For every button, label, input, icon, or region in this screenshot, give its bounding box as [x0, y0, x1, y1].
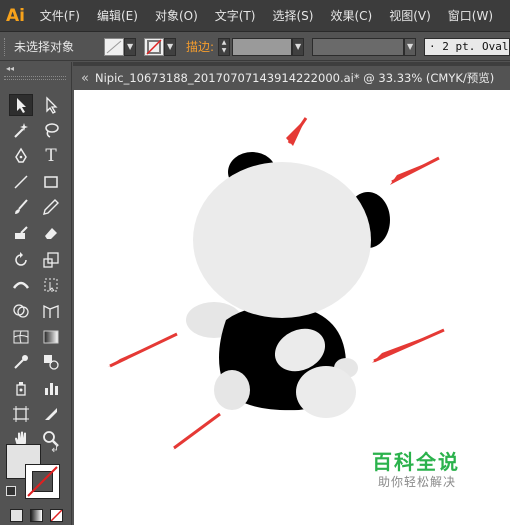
tools-panel: ◂◂ T ↲: [0, 62, 72, 525]
eraser-tool[interactable]: [39, 222, 63, 244]
gradient-tool[interactable]: [39, 326, 63, 348]
document-title: Nipic_10673188_20170707143914222000.ai* …: [94, 71, 495, 85]
free-transform-tool[interactable]: [39, 274, 63, 296]
menu-effect[interactable]: 效果(C): [330, 7, 372, 24]
scale-tool[interactable]: [39, 249, 63, 271]
blob-brush-icon: [15, 226, 28, 239]
menu-view[interactable]: 视图(V): [389, 7, 431, 24]
width-tool[interactable]: [9, 274, 33, 296]
brush-definition-field[interactable]: · 2 pt. Oval: [424, 37, 510, 56]
stroke-none-icon: [146, 38, 162, 55]
pencil-icon: [43, 199, 59, 215]
artboard-tool[interactable]: [9, 403, 33, 425]
type-icon: T: [45, 146, 57, 166]
menu-type[interactable]: 文字(T): [215, 7, 256, 24]
selection-arrow-icon: [17, 98, 26, 113]
symbol-sprayer-icon: [16, 382, 26, 396]
variable-width-profile-field[interactable]: [312, 37, 405, 56]
collapse-panel-icon[interactable]: ◂◂: [6, 64, 14, 73]
control-bar-grip[interactable]: [4, 37, 8, 56]
profile-dropdown[interactable]: ▼: [404, 37, 417, 56]
rectangle-tool[interactable]: [39, 171, 63, 193]
lasso-tool[interactable]: [39, 119, 63, 141]
column-graph-tool[interactable]: [39, 377, 63, 399]
free-transform-icon: [44, 278, 58, 292]
stroke-color-box[interactable]: [25, 464, 60, 499]
paintbrush-icon: [15, 199, 28, 214]
width-icon: [12, 281, 30, 289]
type-tool[interactable]: T: [39, 145, 63, 167]
scale-icon: [43, 252, 59, 268]
line-segment-tool[interactable]: [9, 171, 33, 193]
default-fill-stroke-icon[interactable]: [6, 486, 16, 496]
eraser-icon: [45, 228, 57, 239]
panda-left-foot: [214, 370, 250, 410]
perspective-grid-tool[interactable]: [39, 300, 63, 322]
stroke-none-icon: [27, 466, 58, 497]
close-tab-icon[interactable]: «: [81, 71, 89, 86]
pen-icon: [15, 147, 27, 163]
gradient-icon: [43, 330, 59, 344]
pencil-tool[interactable]: [39, 196, 63, 218]
document-tab[interactable]: « Nipic_10673188_20170707143914222000.ai…: [73, 66, 510, 90]
panda-head: [193, 162, 371, 318]
mesh-icon: [13, 330, 29, 344]
magic-wand-icon: [14, 123, 28, 138]
line-segment-icon: [14, 175, 28, 189]
watermark-subtitle: 助你轻松解决: [378, 475, 457, 489]
selection-tool[interactable]: [9, 94, 33, 116]
blob-brush-tool[interactable]: [9, 222, 33, 244]
menu-window[interactable]: 窗口(W): [448, 7, 493, 24]
blend-icon: [44, 355, 59, 370]
fill-none-icon: [106, 40, 122, 53]
eyedropper-icon: [14, 355, 28, 369]
artboard-icon: [13, 406, 29, 422]
fill-swatch[interactable]: [104, 37, 125, 56]
pen-tool[interactable]: [9, 145, 33, 167]
menu-object[interactable]: 对象(O): [155, 7, 198, 24]
gradient-mode-button[interactable]: [30, 509, 43, 522]
stroke-weight-field[interactable]: [232, 37, 293, 56]
rectangle-icon: [44, 176, 58, 188]
paintbrush-tool[interactable]: [9, 196, 33, 218]
document-tab-strip: « Nipic_10673188_20170707143914222000.ai…: [73, 62, 510, 90]
fill-dropdown-button[interactable]: ▼: [124, 37, 137, 56]
panda-right-foot: [296, 366, 356, 418]
eyedropper-tool[interactable]: [9, 351, 33, 373]
stroke-dropdown-button[interactable]: ▼: [164, 37, 177, 56]
menu-items: 文件(F) 编辑(E) 对象(O) 文字(T) 选择(S) 效果(C) 视图(V…: [40, 7, 510, 24]
column-graph-icon: [45, 383, 58, 395]
slice-icon: [45, 408, 57, 420]
color-mode-button[interactable]: [10, 509, 23, 522]
perspective-grid-icon: [43, 304, 59, 318]
shape-builder-tool[interactable]: [9, 300, 33, 322]
control-bar: 未选择对象 ▼ ▼ 描边: ▲ ▼ ▼ ▼ · 2 pt. Oval: [0, 33, 510, 61]
slice-tool[interactable]: [39, 403, 63, 425]
rotate-tool[interactable]: [9, 249, 33, 271]
menu-file[interactable]: 文件(F): [40, 7, 80, 24]
magic-wand-tool[interactable]: [9, 119, 33, 141]
direct-selection-icon: [46, 96, 58, 114]
none-mode-button[interactable]: [50, 509, 63, 522]
blend-tool[interactable]: [39, 351, 63, 373]
watermark: 百科全说 助你轻松解决: [372, 450, 484, 498]
selection-status: 未选择对象: [14, 40, 75, 54]
stroke-swatch[interactable]: [144, 37, 165, 56]
stroke-label[interactable]: 描边:: [186, 38, 214, 55]
app-logo: Ai: [6, 5, 25, 26]
menu-bar: Ai 文件(F) 编辑(E) 对象(O) 文字(T) 选择(S) 效果(C) 视…: [0, 0, 510, 32]
tools-panel-grip[interactable]: [4, 76, 66, 80]
stroke-weight-stepper[interactable]: ▲ ▼: [218, 37, 231, 56]
stroke-weight-dropdown[interactable]: ▼: [292, 37, 305, 56]
lasso-icon: [45, 123, 59, 138]
swap-fill-stroke-icon[interactable]: ↲: [50, 442, 59, 455]
symbol-sprayer-tool[interactable]: [9, 377, 33, 399]
shape-builder-icon: [13, 304, 29, 318]
menu-edit[interactable]: 编辑(E): [97, 7, 138, 24]
direct-selection-tool[interactable]: [39, 94, 63, 116]
rotate-icon: [15, 252, 27, 266]
mesh-tool[interactable]: [9, 326, 33, 348]
watermark-title: 百科全说: [372, 450, 460, 474]
menu-select[interactable]: 选择(S): [272, 7, 313, 24]
